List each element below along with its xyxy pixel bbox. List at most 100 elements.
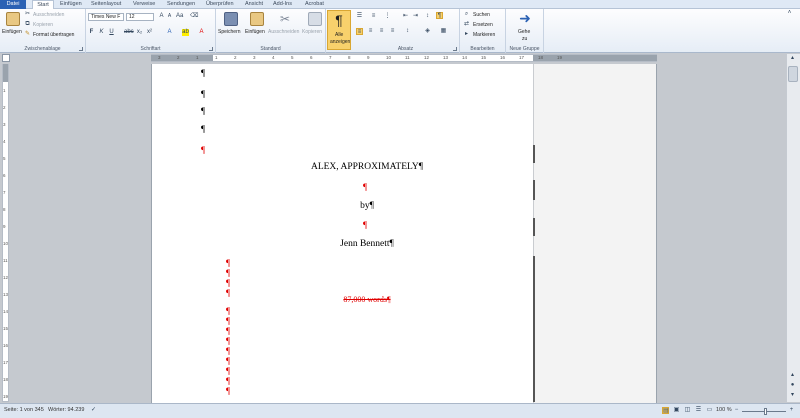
- numbering-icon[interactable]: ≡: [370, 13, 377, 20]
- group-new: ➜ Gehe zu Neue Gruppe: [506, 9, 544, 53]
- font-name-select[interactable]: Times New F: [88, 13, 124, 21]
- strikethrough-icon[interactable]: abc: [124, 29, 134, 36]
- vertical-ruler-margin: [3, 64, 8, 82]
- italic-icon[interactable]: K: [98, 29, 105, 36]
- bullets-icon[interactable]: ☰: [356, 13, 363, 20]
- shrink-font-icon[interactable]: A: [166, 13, 173, 20]
- superscript-icon[interactable]: x²: [146, 29, 153, 36]
- ruler-tick-label: 10: [386, 55, 392, 60]
- tab-add-ins[interactable]: Add-Ins: [273, 0, 292, 9]
- document-page[interactable]: [151, 64, 533, 404]
- find-button[interactable]: Suchen: [473, 12, 490, 18]
- find-icon: ⌕: [464, 11, 469, 17]
- paste-standard-button[interactable]: Einfügen: [245, 29, 265, 35]
- replace-button[interactable]: Ersetzen: [473, 22, 493, 28]
- scroll-view-ruler-icon[interactable]: ▴: [789, 372, 796, 379]
- select-button[interactable]: Markieren: [473, 32, 495, 38]
- ruler-tick-label: 2: [177, 55, 180, 60]
- shading-icon[interactable]: ◈: [424, 28, 431, 35]
- underline-icon[interactable]: U: [108, 29, 115, 36]
- align-center-icon[interactable]: ≡: [367, 28, 374, 35]
- group-label-standard: Standard: [260, 46, 281, 52]
- group-label-editing: Bearbeiten: [470, 46, 495, 52]
- multilevel-list-icon[interactable]: ⋮: [384, 13, 391, 20]
- status-words[interactable]: Wörter: 94.239: [48, 407, 84, 413]
- clipboard-launcher-icon[interactable]: [79, 47, 83, 51]
- doc-title[interactable]: ALEX, APPROXIMATELY¶: [283, 162, 451, 172]
- zoom-in-icon[interactable]: +: [788, 407, 795, 414]
- outline-view-icon[interactable]: ☰: [695, 407, 702, 414]
- grow-font-icon[interactable]: A: [158, 13, 165, 20]
- tab-references[interactable]: Verweise: [133, 0, 155, 9]
- text-effects-icon[interactable]: A: [166, 29, 173, 36]
- font-color-icon[interactable]: A: [198, 29, 205, 36]
- web-layout-view-icon[interactable]: ◫: [684, 407, 691, 414]
- decrease-indent-icon[interactable]: ⇤: [402, 13, 409, 20]
- vertical-ruler-tick-label: 7: [3, 190, 6, 195]
- paragraph-launcher-icon[interactable]: [453, 47, 457, 51]
- vertical-ruler[interactable]: [2, 64, 9, 402]
- paragraph-mark: ¶: [201, 106, 206, 116]
- ribbon-collapse-icon[interactable]: ˄: [786, 10, 793, 17]
- change-case-icon[interactable]: Aa: [176, 13, 183, 20]
- bold-icon[interactable]: F: [88, 29, 95, 36]
- group-label-font: Schriftart: [140, 46, 161, 52]
- align-right-icon[interactable]: ≡: [378, 28, 385, 35]
- doc-word-count[interactable]: 87,000 words¶: [283, 295, 451, 304]
- font-size-select[interactable]: 12: [126, 13, 154, 21]
- tab-review[interactable]: Überprüfen: [206, 0, 234, 9]
- borders-icon[interactable]: ▦: [440, 28, 447, 35]
- status-page[interactable]: Seite: 1 von 345: [4, 407, 44, 413]
- print-layout-view-icon[interactable]: ▤: [662, 407, 669, 414]
- goto-label-2[interactable]: zu: [522, 36, 527, 42]
- scroll-select-browse-icon[interactable]: ●: [789, 382, 796, 389]
- proofing-icon[interactable]: ✓: [90, 407, 97, 414]
- line-spacing-icon[interactable]: ↕: [404, 28, 411, 35]
- paste-icon[interactable]: [6, 12, 20, 26]
- save-icon[interactable]: [224, 12, 238, 26]
- doc-author[interactable]: Jenn Bennett¶: [283, 239, 451, 249]
- tab-insert[interactable]: Einfügen: [60, 0, 82, 9]
- clear-format-icon[interactable]: ⌫: [190, 13, 198, 20]
- goto-label-1[interactable]: Gehe: [518, 29, 530, 35]
- vertical-ruler-tick-label: 9: [3, 224, 6, 229]
- align-left-icon[interactable]: ≡: [356, 28, 363, 35]
- group-editing: ⌕ Suchen ⇄ Ersetzen ▸ Markieren Bearbeit…: [460, 9, 506, 53]
- tab-mailings[interactable]: Sendungen: [167, 0, 195, 9]
- subscript-icon[interactable]: x₂: [136, 29, 143, 36]
- font-launcher-icon[interactable]: [209, 47, 213, 51]
- draft-view-icon[interactable]: ▭: [706, 407, 713, 414]
- copy-standard-button[interactable]: Kopieren: [302, 29, 322, 35]
- doc-by[interactable]: by¶: [283, 201, 451, 211]
- cut-button[interactable]: Ausschneiden: [33, 12, 64, 18]
- scroll-up-icon[interactable]: ▴: [789, 55, 796, 62]
- show-all-button[interactable]: ¶ Alle anzeigen: [327, 10, 351, 50]
- tab-acrobat[interactable]: Acrobat: [305, 0, 324, 9]
- tab-file[interactable]: Datei: [0, 0, 26, 9]
- zoom-level[interactable]: 100 %: [716, 407, 732, 413]
- cut-standard-button[interactable]: Ausschneiden: [268, 29, 299, 35]
- scroll-down-icon[interactable]: ▾: [789, 392, 796, 399]
- save-button[interactable]: Speichern: [218, 29, 241, 35]
- copy-button[interactable]: Kopieren: [33, 22, 53, 28]
- copy-standard-icon[interactable]: [308, 12, 322, 26]
- goto-arrow-icon[interactable]: ➜: [518, 11, 532, 25]
- paste-standard-icon[interactable]: [250, 12, 264, 26]
- increase-indent-icon[interactable]: ⇥: [412, 13, 419, 20]
- zoom-slider-thumb[interactable]: [764, 408, 767, 415]
- tab-selector-icon[interactable]: [2, 54, 10, 62]
- highlight-icon[interactable]: ab: [182, 29, 189, 36]
- tab-view[interactable]: Ansicht: [245, 0, 263, 9]
- full-screen-view-icon[interactable]: ▣: [673, 407, 680, 414]
- format-painter-button[interactable]: Format übertragen: [33, 32, 74, 38]
- scroll-thumb[interactable]: [788, 66, 798, 82]
- vertical-scrollbar[interactable]: [786, 54, 800, 402]
- cut-standard-icon[interactable]: ✂: [278, 12, 292, 26]
- tab-page-layout[interactable]: Seitenlayout: [91, 0, 121, 9]
- ruler-tick-label: 5: [291, 55, 294, 60]
- show-marks-icon[interactable]: ¶: [436, 12, 443, 19]
- zoom-out-icon[interactable]: −: [733, 407, 740, 414]
- paste-button[interactable]: Einfügen: [2, 29, 22, 35]
- justify-icon[interactable]: ≡: [389, 28, 396, 35]
- sort-icon[interactable]: ↕: [424, 13, 431, 20]
